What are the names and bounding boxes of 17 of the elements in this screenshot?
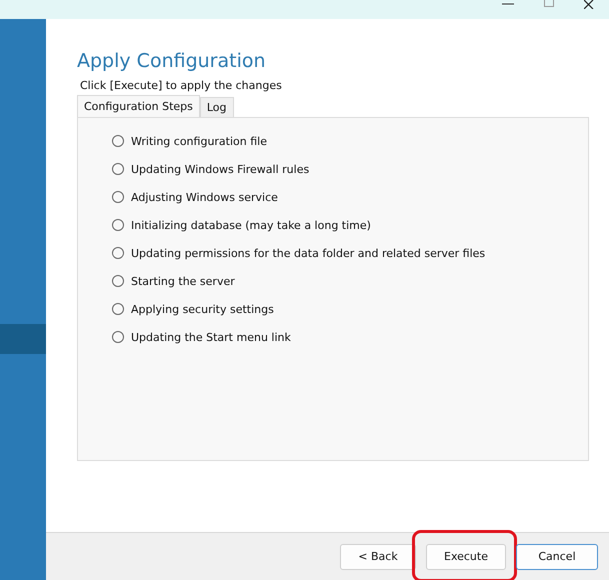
step-label: Applying security settings [131,302,274,316]
step-label: Updating permissions for the data folder and related server files [131,246,486,260]
step-label: Adjusting Windows service [131,190,278,204]
dialog-button[interactable]: < Back [340,544,416,570]
dialog-button[interactable]: Cancel [516,544,598,570]
maximize-icon[interactable] [544,0,554,7]
step-label: Starting the server [131,274,235,288]
close-icon[interactable] [584,0,595,9]
step-label: Writing configuration file [131,134,267,148]
tab[interactable]: Configuration Steps [77,95,200,117]
step-label: Initializing database (may take a long time) [131,218,371,232]
step-label: Updating Windows Firewall rules [131,162,310,176]
page-title: Apply Configuration [77,50,267,72]
dialog-button[interactable]: Execute [426,544,506,570]
page-subtitle: Click [Execute] to apply the changes [80,79,283,92]
tab[interactable]: Log [200,97,234,117]
step-label: Updating the Start menu link [131,330,291,344]
